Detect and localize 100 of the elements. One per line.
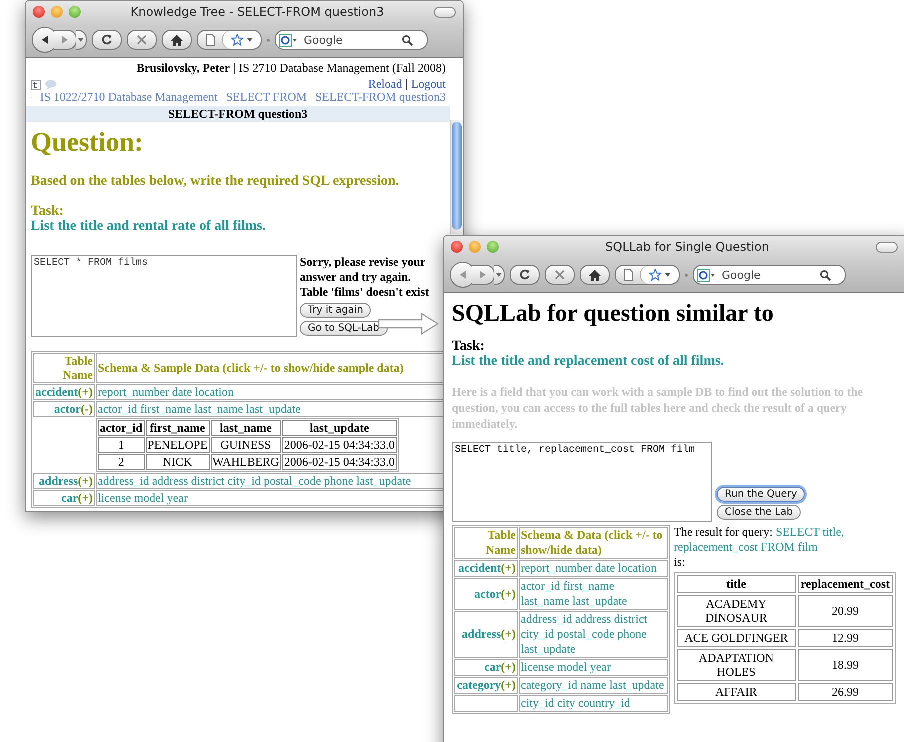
tool-icon[interactable] <box>31 80 41 90</box>
column-header: last_name <box>210 420 282 436</box>
stop-icon <box>137 35 147 45</box>
table-name-link[interactable]: actor <box>474 586 502 600</box>
toggle-link[interactable]: (+) <box>501 678 516 692</box>
home-button[interactable] <box>162 30 192 50</box>
breadcrumb-link[interactable]: SELECT FROM <box>226 91 308 104</box>
history-dropdown-button[interactable] <box>494 265 505 285</box>
toggle-link[interactable]: (+) <box>78 474 93 488</box>
toggle-link[interactable]: (+) <box>501 627 516 641</box>
toolbar-toggle-button[interactable] <box>434 6 456 18</box>
column-header: first_name <box>146 420 210 436</box>
toggle-link[interactable]: (+) <box>501 660 516 674</box>
column-header: Schema & Sample Data (click +/- to show/hide sample data) <box>96 353 444 383</box>
column-header: Table Name <box>33 353 95 383</box>
action-button[interactable]: Close the Lab <box>717 505 802 520</box>
breadcrumb-link[interactable]: SELECT-FROM question3 <box>315 91 446 104</box>
search-field[interactable]: Google <box>693 265 846 285</box>
home-icon <box>171 34 183 46</box>
caret-icon <box>665 273 671 277</box>
table-name-link[interactable]: accident <box>458 561 502 575</box>
forward-button[interactable] <box>472 265 495 285</box>
table-name-link[interactable]: address <box>462 627 502 641</box>
table-cell: 2006-02-15 04:34:33.0 <box>282 437 397 453</box>
search-field[interactable]: Google <box>275 30 428 50</box>
action-button[interactable]: Go to SQL-Lab <box>300 321 388 336</box>
reload-button[interactable] <box>510 265 540 285</box>
table-cell: 12.99 <box>798 629 893 647</box>
search-icon <box>820 270 831 280</box>
task-label: Task: <box>452 339 486 354</box>
table-cell: ADAPTATION HOLES <box>677 649 796 681</box>
task-text: List the title and rental rate of all films. <box>31 219 267 235</box>
home-button[interactable] <box>580 265 610 285</box>
reload-button[interactable] <box>92 30 122 50</box>
schema-cell: report_number date location <box>96 384 444 400</box>
search-icon <box>402 34 413 46</box>
table-name-link[interactable]: accident <box>36 385 78 399</box>
action-button[interactable]: Try it again <box>300 303 372 318</box>
pointer-arrow <box>378 313 440 335</box>
column-header: replacement_cost <box>798 575 893 593</box>
scrollbar[interactable] <box>450 120 463 234</box>
caret-icon <box>78 38 84 42</box>
page-icon <box>624 269 634 281</box>
answer-field[interactable]: SELECT * FROM films <box>31 255 297 337</box>
close-button[interactable] <box>33 6 45 18</box>
lab-heading: SQLLab for question similar to <box>452 300 775 329</box>
table-name-link[interactable]: category <box>457 678 502 692</box>
toggle-link[interactable]: (-) <box>81 402 93 416</box>
toggle-link[interactable]: (+) <box>501 586 516 600</box>
schema-cell: license model year <box>519 659 668 676</box>
search-engine-icon[interactable] <box>697 268 717 282</box>
address-field[interactable] <box>197 30 262 50</box>
feedback-message: Sorry, please revise your answer and try again. Table 'films' doesn't exist <box>300 255 430 300</box>
caret-icon <box>247 38 253 42</box>
back-arrow-icon <box>40 35 50 45</box>
stop-button[interactable] <box>127 30 157 50</box>
bookmark-button[interactable] <box>640 266 679 284</box>
table-name-link[interactable]: address <box>39 474 78 488</box>
toolbar-toggle-button[interactable] <box>876 242 898 252</box>
table-name-link[interactable]: car <box>484 660 502 674</box>
table-cell: GUINESS <box>210 437 282 453</box>
toggle-link[interactable]: (+) <box>78 491 93 505</box>
schema-cell: city_id city country_id <box>519 695 668 712</box>
task-label: Task: <box>31 204 65 219</box>
stop-button[interactable] <box>545 265 575 285</box>
toggle-link[interactable]: (+) <box>501 561 516 575</box>
search-input[interactable]: Google <box>301 34 400 46</box>
nav-link[interactable]: Reload <box>368 78 402 91</box>
window-title: Knowledge Tree - SELECT-FROM question3 <box>130 5 386 19</box>
bookmark-button[interactable] <box>222 31 261 49</box>
column-header: actor_id <box>98 420 145 436</box>
search-input[interactable]: Google <box>719 268 818 282</box>
table-cell: 1 <box>98 437 145 453</box>
result-caption: The result for query: SELECT title, replacement_cost FROM film is: <box>674 525 846 570</box>
window-title: SQLLab for Single Question <box>604 240 770 254</box>
table-cell: WAHLBERG <box>210 454 282 470</box>
schema-cell: category_id name last_update <box>519 677 668 694</box>
page-icon <box>206 34 216 46</box>
query-field[interactable]: SELECT title, replacement_cost FROM film <box>452 442 712 522</box>
table-cell: 2006-02-15 04:34:33.0 <box>282 454 397 470</box>
search-engine-icon[interactable] <box>279 34 299 46</box>
table-cell: ACADEMY DINOSAUR <box>677 595 796 627</box>
breadcrumb-link[interactable]: IS 1022/2710 Database Management <box>40 91 218 104</box>
forward-arrow-icon <box>479 271 487 279</box>
table-name-link[interactable]: car <box>62 491 78 505</box>
column-header: Schema & Data (click +/- to show/hide data) <box>519 527 668 559</box>
nav-link[interactable]: Logout <box>411 78 446 91</box>
toggle-link[interactable]: (+) <box>78 385 93 399</box>
reload-icon <box>519 269 531 281</box>
history-dropdown-button[interactable] <box>76 30 87 50</box>
reload-icon <box>101 34 113 46</box>
close-button[interactable] <box>451 241 463 253</box>
address-field[interactable] <box>615 265 680 285</box>
stop-icon <box>555 270 565 280</box>
instruction-text: Here is a field that you can work with a sample DB to find out the solution to the question, you can access to the full tables here and check the result of a query immediately. <box>452 384 864 432</box>
action-button[interactable]: Run the Query <box>717 487 806 502</box>
table-name-link[interactable]: actor <box>54 402 81 416</box>
schema-cell: address_id address district city_id postal_code phone last_update <box>96 473 444 489</box>
forward-button[interactable] <box>54 30 77 50</box>
schema-cell: actor_id first_name last_name last_update <box>96 401 444 417</box>
